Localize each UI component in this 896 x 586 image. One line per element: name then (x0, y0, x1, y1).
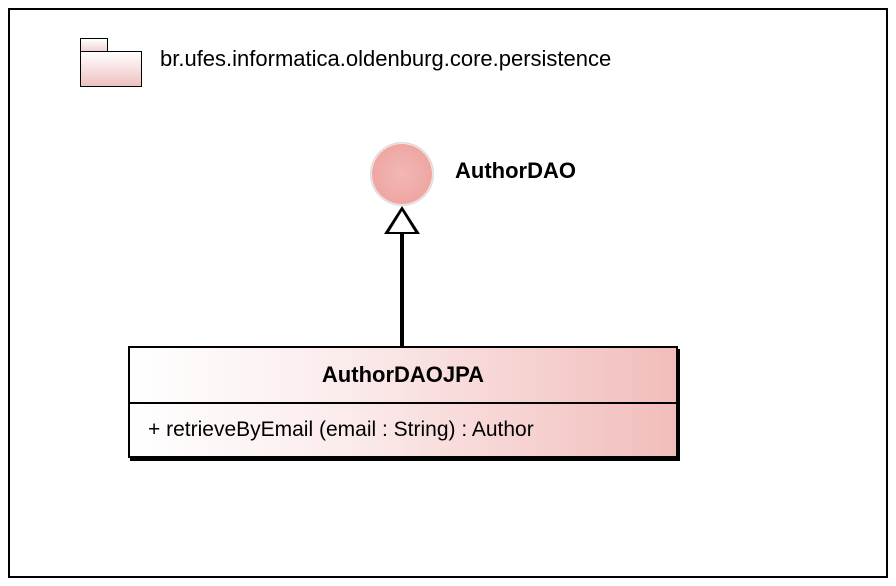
interface-name: AuthorDAO (455, 158, 576, 184)
class-name: AuthorDAOJPA (130, 348, 676, 404)
package-tab (80, 38, 108, 52)
package-body (80, 51, 142, 87)
diagram-frame: br.ufes.informatica.oldenburg.core.persi… (8, 8, 888, 578)
realization-line (400, 232, 404, 346)
class-box: AuthorDAOJPA + retrieveByEmail (email : … (128, 346, 678, 458)
package-label: br.ufes.informatica.oldenburg.core.persi… (160, 46, 611, 72)
interface-ball-icon (370, 142, 434, 206)
package-icon (80, 38, 142, 88)
class-operation: + retrieveByEmail (email : String) : Aut… (130, 404, 676, 456)
realization-arrowhead-fill (389, 211, 415, 232)
